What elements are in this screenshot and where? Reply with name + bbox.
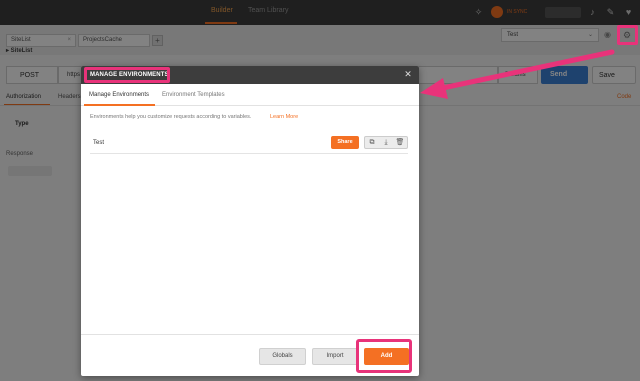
tab-environment-templates[interactable]: Environment Templates	[162, 92, 225, 98]
manage-environments-modal: MANAGE ENVIRONMENTS ✕ Manage Environment…	[81, 66, 419, 376]
environment-name[interactable]: Test	[93, 140, 104, 146]
learn-more-link[interactable]: Learn More	[270, 114, 298, 120]
add-highlight-box	[356, 339, 412, 373]
tab-manage-environments-underline	[84, 104, 155, 106]
import-button[interactable]: Import	[312, 348, 358, 365]
gear-highlight-box	[617, 25, 638, 45]
trash-icon[interactable]: 🗑	[395, 138, 405, 148]
globals-button[interactable]: Globals	[259, 348, 306, 365]
duplicate-icon[interactable]: ⧉	[367, 138, 377, 148]
share-button[interactable]: Share	[331, 136, 359, 149]
close-icon[interactable]: ✕	[403, 69, 413, 79]
environment-row[interactable]: Test Share ⧉ ⤓ 🗑	[90, 132, 408, 154]
modal-tabs: Manage Environments Environment Template…	[81, 84, 419, 106]
tab-manage-environments[interactable]: Manage Environments	[89, 92, 149, 98]
title-highlight-box	[84, 67, 170, 83]
environment-actions: ⧉ ⤓ 🗑	[364, 136, 408, 149]
download-icon[interactable]: ⤓	[381, 138, 391, 148]
modal-header: MANAGE ENVIRONMENTS ✕	[81, 66, 419, 84]
environments-description: Environments help you customize requests…	[90, 114, 252, 120]
